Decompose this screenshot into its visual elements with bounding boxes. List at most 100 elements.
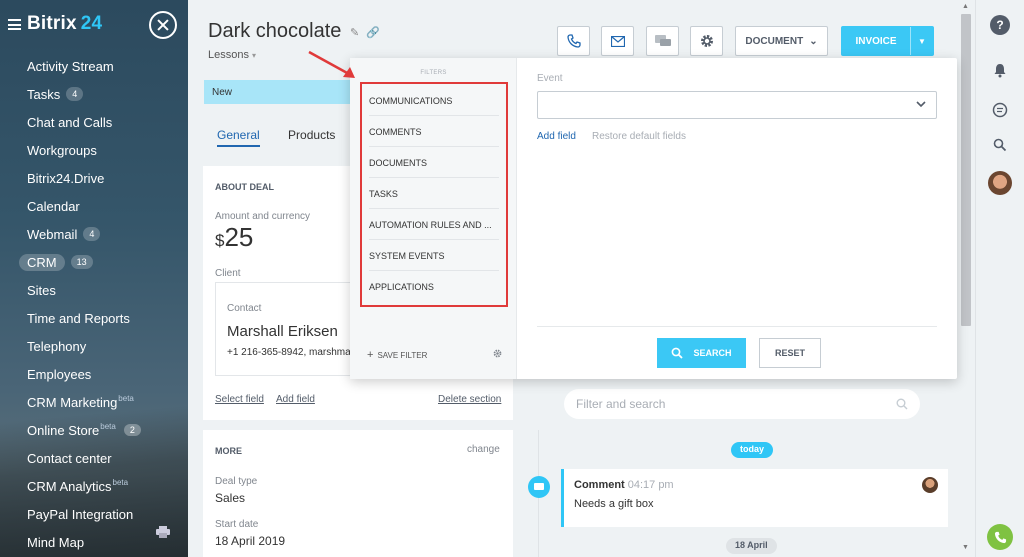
section-title: ABOUT DEAL — [215, 182, 274, 192]
sidebar-item-webmail[interactable]: Webmail 4 — [0, 220, 188, 248]
search-icon — [896, 398, 908, 410]
add-field-link[interactable]: Add field — [276, 394, 315, 405]
change-link[interactable]: change — [467, 444, 500, 455]
contact-card[interactable]: Contact Marshall Eriksen +1 216-365-8942… — [215, 282, 365, 376]
avatar[interactable] — [922, 477, 938, 493]
sidebar-item-crm[interactable]: CRM 13 — [0, 248, 188, 276]
title-actions: ✎ 🔗 — [350, 26, 380, 39]
envelope-icon — [610, 35, 625, 47]
sidebar-item-online-store[interactable]: Online Store beta 2 — [0, 416, 188, 444]
sidebar-item-activity-stream[interactable]: Activity Stream — [0, 52, 188, 80]
link-icon[interactable]: 🔗 — [366, 27, 380, 39]
sidebar-item-contact-center[interactable]: Contact center — [0, 444, 188, 472]
timeline-search-input[interactable]: Filter and search — [564, 389, 920, 419]
phone-icon — [566, 34, 581, 48]
filter-fields-panel: Event Add field Restore default fields S… — [517, 58, 957, 379]
event-select[interactable] — [537, 91, 937, 119]
sidebar-item-sites[interactable]: Sites — [0, 276, 188, 304]
sidebar-item-chat[interactable]: Chat and Calls — [0, 108, 188, 136]
plus-icon: + — [367, 349, 374, 361]
select-field-link[interactable]: Select field — [215, 394, 264, 405]
start-date-label: Start date — [215, 519, 259, 530]
filter-item-documents[interactable]: DOCUMENTS — [369, 147, 499, 178]
search-icon — [672, 347, 684, 359]
deal-type-label: Deal type — [215, 476, 258, 487]
printer-icon[interactable] — [156, 526, 170, 538]
filter-item-applications[interactable]: APPLICATIONS — [369, 271, 499, 302]
comment-text: Needs a gift box — [574, 498, 654, 510]
save-filter-button[interactable]: + SAVE FILTER — [367, 349, 427, 361]
sidebar-item-time-reports[interactable]: Time and Reports — [0, 304, 188, 332]
avatar[interactable] — [988, 171, 1012, 195]
filter-item-automation[interactable]: AUTOMATION RULES AND ... — [369, 209, 499, 240]
search-icon[interactable] — [990, 135, 1010, 155]
add-field-link[interactable]: Add field — [537, 131, 576, 142]
scroll-up-icon[interactable]: ▲ — [962, 3, 969, 10]
filter-item-communications[interactable]: COMMUNICATIONS — [369, 85, 499, 116]
sidebar-item-crm-marketing[interactable]: CRM Marketing beta — [0, 388, 188, 416]
gear-icon — [700, 35, 713, 47]
sidebar-item-telephony[interactable]: Telephony — [0, 332, 188, 360]
filter-item-comments[interactable]: COMMENTS — [369, 116, 499, 147]
search-button[interactable]: SEARCH — [657, 338, 746, 368]
amount-value: $25 — [215, 222, 254, 252]
filter-item-system-events[interactable]: SYSTEM EVENTS — [369, 240, 499, 271]
sidebar-item-paypal[interactable]: PayPal Integration — [0, 500, 188, 528]
date-pill: 18 April — [726, 538, 777, 554]
more-card: MORE change Deal type Sales Start date 1… — [203, 430, 513, 557]
filter-popup: FILTERS COMMUNICATIONS COMMENTS DOCUMENT… — [350, 58, 957, 379]
phone-call-button[interactable] — [987, 524, 1013, 550]
close-icon[interactable] — [149, 11, 177, 39]
sidebar-item-calendar[interactable]: Calendar — [0, 192, 188, 220]
gear-icon[interactable] — [493, 349, 502, 358]
deal-tabs: General Products — [217, 128, 360, 147]
chevron-down-icon: ⌄ — [809, 35, 818, 47]
sidebar-menu: Activity Stream Tasks 4 Chat and Calls Wo… — [0, 52, 188, 556]
counter-badge: 4 — [83, 227, 101, 241]
sidebar-item-workgroups[interactable]: Workgroups — [0, 136, 188, 164]
restore-default-fields-link[interactable]: Restore default fields — [592, 131, 686, 142]
chat-button[interactable] — [646, 26, 679, 56]
invoice-button[interactable]: INVOICE ▼ — [841, 26, 934, 56]
date-pill-today: today — [731, 442, 774, 458]
help-icon[interactable]: ? — [990, 15, 1010, 35]
chat-bubble-icon[interactable] — [990, 100, 1010, 120]
page-title: Dark chocolate — [208, 20, 342, 42]
sidebar: Bitrix 24 Activity Stream Tasks 4 Chat and… — [0, 0, 188, 557]
chevron-down-icon — [916, 101, 926, 108]
logo[interactable]: Bitrix 24 — [27, 13, 102, 35]
sidebar-item-crm-analytics[interactable]: CRM Analytics beta — [0, 472, 188, 500]
chat-icon — [654, 34, 671, 46]
tab-products[interactable]: Products — [288, 128, 335, 142]
invoice-dropdown-icon[interactable]: ▼ — [910, 27, 933, 55]
pencil-icon[interactable]: ✎ — [350, 27, 359, 39]
sidebar-item-employees[interactable]: Employees — [0, 360, 188, 388]
scrollbar-thumb[interactable] — [961, 14, 971, 326]
bell-icon[interactable] — [990, 60, 1010, 80]
sidebar-item-drive[interactable]: Bitrix24.Drive — [0, 164, 188, 192]
section-title: MORE — [215, 446, 242, 456]
filters-title: FILTERS — [420, 70, 447, 76]
start-date-value: 18 April 2019 — [215, 534, 286, 548]
sidebar-header: Bitrix 24 — [0, 8, 188, 44]
contact-name[interactable]: Marshall Eriksen — [227, 323, 338, 340]
delete-section-link[interactable]: Delete section — [438, 394, 501, 405]
timeline-comment[interactable]: Comment 04:17 pm Needs a gift box — [561, 469, 948, 527]
email-button[interactable] — [601, 26, 634, 56]
scroll-down-icon[interactable]: ▼ — [962, 544, 969, 551]
annotation-arrow-icon — [308, 50, 355, 78]
phone-icon — [994, 531, 1006, 543]
contact-phone[interactable]: +1 216-365-8942, marshma — [227, 347, 351, 358]
menu-icon[interactable] — [8, 19, 21, 30]
document-button[interactable]: DOCUMENT ⌄ — [735, 26, 828, 56]
filter-item-tasks[interactable]: TASKS — [369, 178, 499, 209]
call-button[interactable] — [557, 26, 590, 56]
reset-button[interactable]: RESET — [759, 338, 821, 368]
counter-badge: 13 — [70, 255, 93, 269]
client-label: Client — [215, 268, 241, 279]
settings-button[interactable] — [690, 26, 723, 56]
tab-general[interactable]: General — [217, 128, 260, 147]
counter-badge: 4 — [66, 87, 84, 101]
breadcrumb[interactable]: Lessons ▾ — [208, 49, 256, 61]
sidebar-item-tasks[interactable]: Tasks 4 — [0, 80, 188, 108]
